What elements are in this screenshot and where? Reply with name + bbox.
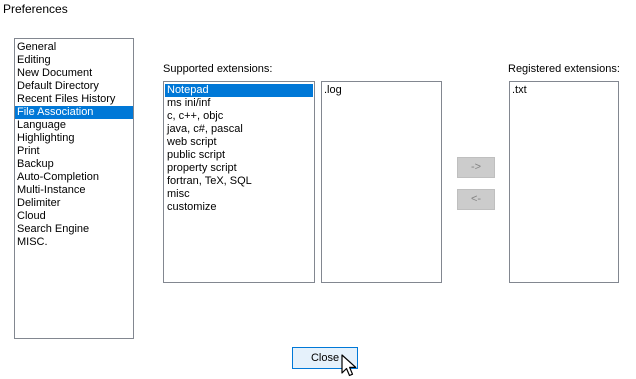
supported-item-ms-ini-inf[interactable]: ms ini/inf bbox=[165, 97, 313, 110]
supported-extensions-label: Supported extensions: bbox=[163, 63, 273, 75]
registered-extensions-list[interactable]: .txt bbox=[509, 81, 619, 283]
window-title: Preferences bbox=[3, 2, 68, 16]
category-item-search-engine[interactable]: Search Engine bbox=[15, 223, 133, 236]
preferences-dialog: Preferences General Editing New Document… bbox=[0, 0, 636, 379]
supported-item-notepad[interactable]: Notepad bbox=[165, 84, 313, 97]
category-item-general[interactable]: General bbox=[15, 41, 133, 54]
category-item-new-document[interactable]: New Document bbox=[15, 67, 133, 80]
category-item-highlighting[interactable]: Highlighting bbox=[15, 132, 133, 145]
category-item-editing[interactable]: Editing bbox=[15, 54, 133, 67]
remove-extension-button[interactable]: <- bbox=[457, 189, 495, 210]
supported-item-java-csharp-pascal[interactable]: java, c#, pascal bbox=[165, 123, 313, 136]
category-item-recent-files-history[interactable]: Recent Files History bbox=[15, 93, 133, 106]
supported-item-web-script[interactable]: web script bbox=[165, 136, 313, 149]
category-item-multi-instance[interactable]: Multi-Instance bbox=[15, 184, 133, 197]
category-item-print[interactable]: Print bbox=[15, 145, 133, 158]
registered-item-txt[interactable]: .txt bbox=[510, 84, 618, 97]
category-item-delimiter[interactable]: Delimiter bbox=[15, 197, 133, 210]
supported-item-public-script[interactable]: public script bbox=[165, 149, 313, 162]
supported-extensions-list[interactable]: Notepad ms ini/inf c, c++, objc java, c#… bbox=[163, 81, 315, 283]
supported-item-misc[interactable]: misc bbox=[165, 188, 313, 201]
add-extension-button[interactable]: -> bbox=[457, 157, 495, 178]
category-item-auto-completion[interactable]: Auto-Completion bbox=[15, 171, 133, 184]
category-item-misc[interactable]: MISC. bbox=[15, 236, 133, 249]
extension-item-log[interactable]: .log bbox=[322, 84, 441, 97]
category-item-language[interactable]: Language bbox=[15, 119, 133, 132]
category-list[interactable]: General Editing New Document Default Dir… bbox=[14, 38, 134, 339]
mouse-pointer-icon bbox=[341, 354, 357, 377]
category-item-file-association[interactable]: File Association bbox=[15, 106, 133, 119]
supported-item-c-cpp-objc[interactable]: c, c++, objc bbox=[165, 110, 313, 123]
supported-item-fortran-tex-sql[interactable]: fortran, TeX, SQL bbox=[165, 175, 313, 188]
language-extensions-list[interactable]: .log bbox=[321, 81, 442, 283]
category-item-backup[interactable]: Backup bbox=[15, 158, 133, 171]
category-item-default-directory[interactable]: Default Directory bbox=[15, 80, 133, 93]
supported-item-customize[interactable]: customize bbox=[165, 201, 313, 214]
category-item-cloud[interactable]: Cloud bbox=[15, 210, 133, 223]
registered-extensions-label: Registered extensions: bbox=[508, 63, 620, 75]
supported-item-property-script[interactable]: property script bbox=[165, 162, 313, 175]
